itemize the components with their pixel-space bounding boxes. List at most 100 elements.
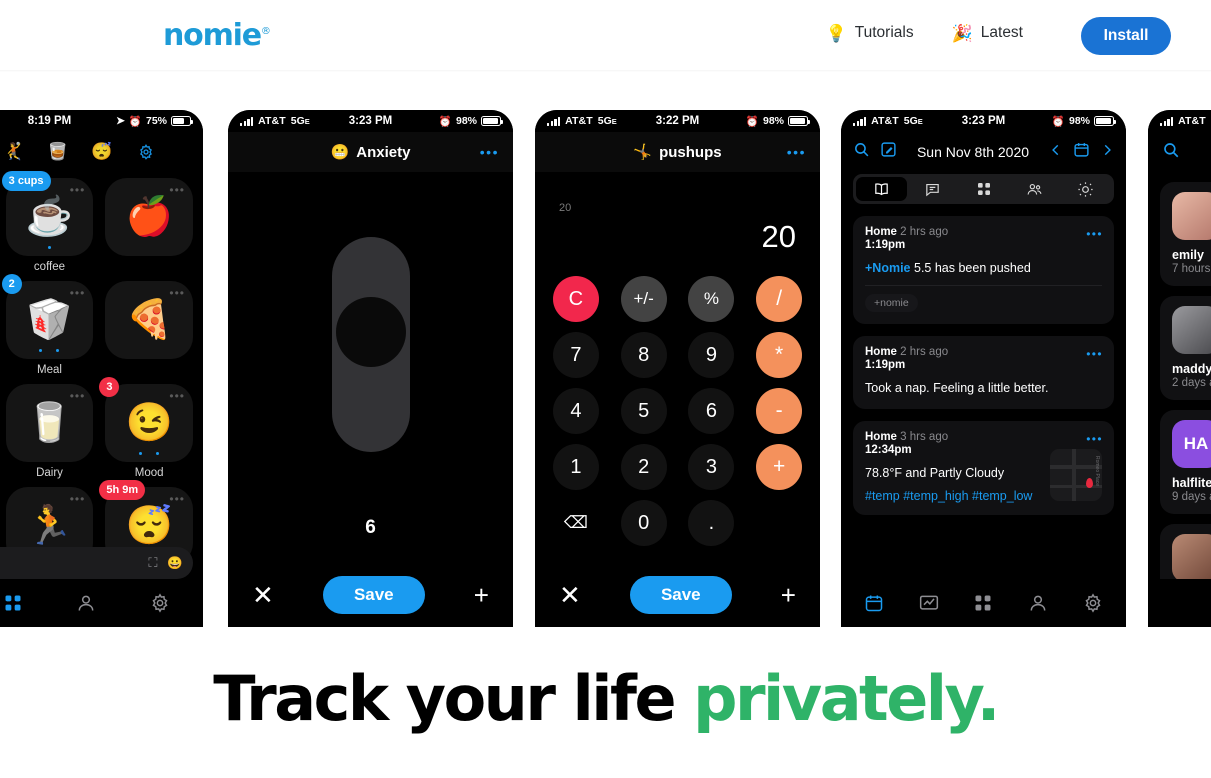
board-tile-box[interactable]: 2 ••• 🥡 [1, 274, 94, 359]
board-tab-bar[interactable] [0, 579, 203, 627]
calendar-icon[interactable] [1073, 141, 1090, 163]
board-tab-sport[interactable]: 🤾 [0, 138, 36, 166]
cancel-button[interactable]: ✕ [559, 582, 581, 608]
calculator-key-plus[interactable]: + [756, 444, 803, 490]
previous-day-icon[interactable] [1049, 142, 1063, 163]
card-more-icon[interactable]: ••• [1086, 432, 1103, 446]
people-tab-bar[interactable] [1148, 579, 1211, 627]
board-tile[interactable]: ••• 🍕 [105, 281, 193, 376]
card-chip[interactable]: +nomie [865, 294, 918, 313]
calculator-key-7[interactable]: 7 [552, 332, 599, 378]
board-tile-more-icon[interactable]: ••• [70, 493, 86, 505]
timeline-segmented-tabs[interactable] [853, 174, 1114, 204]
board-tile[interactable]: ••• 🥛 Dairy [5, 384, 94, 479]
calculator-key-decimal[interactable]: . [688, 500, 735, 546]
calculator-key-1[interactable]: 1 [552, 444, 599, 490]
emoji-picker-icon[interactable]: 😀 [167, 556, 183, 571]
segment-book-icon[interactable] [856, 177, 907, 201]
phone-timeline[interactable]: AT&T 5GE 3:23 PM ⏰ 98% Sun Nov 8th 2020 … [841, 110, 1126, 627]
board-tab-sleep[interactable]: 😴 [80, 138, 124, 166]
tab-board-icon[interactable] [3, 593, 23, 613]
timeline-tab-bar[interactable] [841, 579, 1126, 627]
board-tile[interactable]: 3 cups ••• ☕ coffee [1, 171, 94, 273]
board-tile-more-icon[interactable]: ••• [70, 184, 86, 196]
next-day-icon[interactable] [1100, 142, 1114, 163]
card-tag[interactable]: +Nomie [865, 261, 911, 275]
tracker-more-icon[interactable]: ••• [480, 144, 499, 160]
segment-bulb-icon[interactable] [1060, 177, 1111, 201]
cancel-button[interactable]: ✕ [252, 582, 274, 608]
tab-board-icon[interactable] [973, 593, 993, 613]
add-button[interactable]: + [474, 582, 489, 608]
card-more-icon[interactable]: ••• [1086, 347, 1103, 361]
phone-pushups-calculator[interactable]: AT&T 5GE 3:22 PM ⏰ 98% 🤸 pushups ••• 20 … [535, 110, 820, 627]
add-button[interactable]: + [781, 582, 796, 608]
calculator-key-multiply[interactable]: * [756, 332, 803, 378]
calculator-key-clear[interactable]: C [552, 276, 599, 322]
board-tile-more-icon[interactable]: ••• [70, 390, 86, 402]
calculator-key-sign[interactable]: +/- [620, 276, 667, 322]
calculator-key-minus[interactable]: - [756, 388, 803, 434]
nav-item-tutorials[interactable]: 💡 Tutorials [826, 24, 914, 42]
board-tile-box[interactable]: ••• 🍎 [105, 178, 193, 256]
board-settings-gear-icon[interactable] [124, 138, 168, 166]
board-note-input-bar[interactable]: What's up? ⛶ 😀 [0, 547, 203, 579]
board-tile-box[interactable]: ••• 🥛 [5, 384, 94, 462]
person-card[interactable]: maddy 2 days ago [1160, 296, 1211, 400]
timeline-card[interactable]: ••• Romeo Place Home 3 hrs ago 12:34pm 7… [853, 420, 1114, 515]
board-tile-box[interactable]: 3 cups ••• ☕ [1, 171, 94, 256]
board-tile[interactable]: 3 ••• 😉 Mood [99, 377, 193, 479]
calculator-key-percent[interactable]: % [688, 276, 735, 322]
board-tile[interactable]: 2 ••• 🥡 Meal [1, 274, 94, 376]
calculator-key-5[interactable]: 5 [620, 388, 667, 434]
calculator-key-8[interactable]: 8 [620, 332, 667, 378]
search-icon[interactable] [1162, 141, 1180, 164]
tab-calendar-icon[interactable] [864, 593, 884, 613]
board-emoji-tabs[interactable]: ❤️ 🏃 🤾 🥃 😴 [0, 132, 203, 174]
board-tile-more-icon[interactable]: ••• [169, 390, 185, 402]
board-tab-drink[interactable]: 🥃 [36, 138, 80, 166]
board-tile-box[interactable]: 3 ••• 😉 [99, 377, 193, 462]
calculator-key-2[interactable]: 2 [620, 444, 667, 490]
calculator-key-3[interactable]: 3 [688, 444, 735, 490]
board-tile-more-icon[interactable]: ••• [169, 287, 185, 299]
search-icon[interactable] [853, 141, 870, 163]
board-tile[interactable]: ••• 🍎 [105, 178, 193, 273]
calculator-key-0[interactable]: 0 [620, 500, 667, 546]
phone-anxiety-tracker[interactable]: AT&T 5GE 3:23 PM ⏰ 98% 😬 Anxiety ••• 6 ✕… [228, 110, 513, 627]
person-card[interactable]: HA halfliter 9 days ago [1160, 410, 1211, 514]
calculator-key-backspace-icon[interactable]: ⌫ [553, 500, 599, 546]
segment-chat-icon[interactable] [907, 177, 958, 201]
tab-person-icon[interactable] [76, 593, 96, 613]
anxiety-slider[interactable] [228, 172, 513, 517]
tracker-more-icon[interactable]: ••• [787, 144, 806, 160]
calculator-key-4[interactable]: 4 [552, 388, 599, 434]
board-tile-more-icon[interactable]: ••• [169, 184, 185, 196]
calculator-key-divide[interactable]: / [756, 276, 803, 322]
save-button[interactable]: Save [629, 576, 732, 614]
card-more-icon[interactable]: ••• [1086, 227, 1103, 241]
save-button[interactable]: Save [322, 576, 425, 614]
slider-track[interactable] [331, 237, 410, 452]
card-map-thumbnail[interactable]: Romeo Place [1050, 448, 1102, 501]
tab-person-icon[interactable] [1028, 593, 1048, 613]
segment-people-icon[interactable] [1009, 177, 1060, 201]
calculator-key-9[interactable]: 9 [688, 332, 735, 378]
board-note-field[interactable]: What's up? ⛶ 😀 [0, 547, 193, 579]
compose-icon[interactable] [880, 141, 897, 163]
segment-board-icon[interactable] [958, 177, 1009, 201]
board-tile-more-icon[interactable]: ••• [169, 493, 185, 505]
slider-knob[interactable] [335, 296, 406, 367]
phone-people[interactable]: AT&T 5GE emily 7 hours ago maddy 2 days … [1148, 110, 1211, 627]
expand-icon[interactable]: ⛶ [148, 555, 157, 571]
install-button[interactable]: Install [1081, 17, 1171, 55]
tab-chart-icon[interactable] [919, 593, 939, 613]
tab-gear-icon[interactable] [150, 593, 170, 613]
nav-item-latest[interactable]: 🎉 Latest [952, 24, 1023, 42]
tab-gear-icon[interactable] [1083, 593, 1103, 613]
timeline-card[interactable]: ••• Home 2 hrs ago 1:19pm Took a nap. Fe… [853, 336, 1114, 409]
phone-board[interactable]: 8:19 PM ➤ ⏰ 75% ❤️ 🏃 🤾 🥃 😴 [0, 110, 203, 627]
board-tile-box[interactable]: ••• 🍕 [105, 281, 193, 359]
timeline-card[interactable]: ••• Home 2 hrs ago 1:19pm +Nomie 5.5 has… [853, 216, 1114, 325]
person-card[interactable]: emily 7 hours ago [1160, 182, 1211, 286]
